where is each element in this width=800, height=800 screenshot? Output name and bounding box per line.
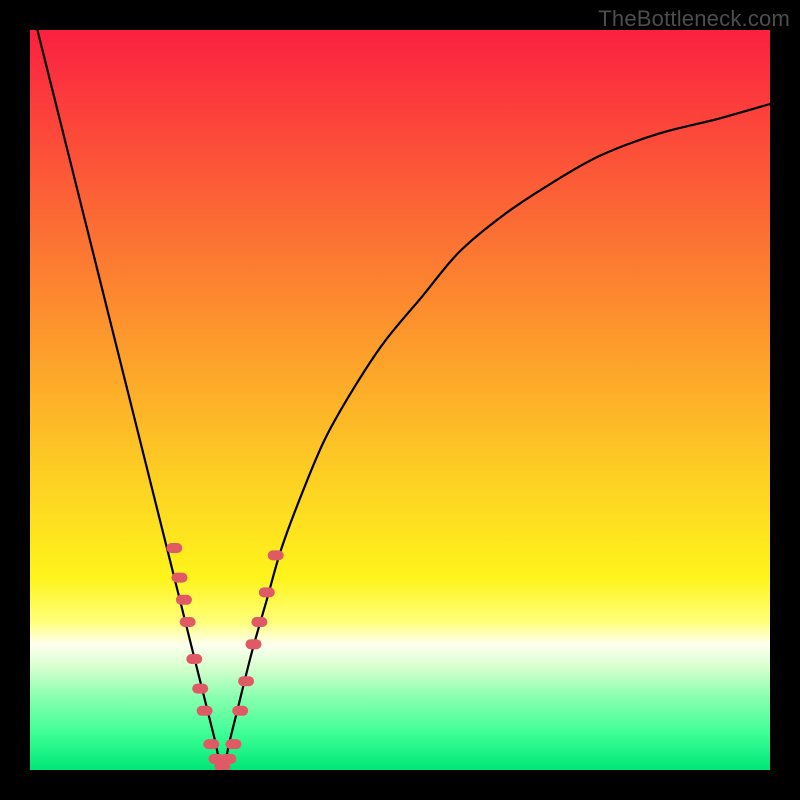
data-marker (226, 739, 242, 749)
data-marker (176, 595, 192, 605)
data-marker (197, 706, 213, 716)
data-marker (232, 706, 248, 716)
data-marker (245, 639, 261, 649)
data-marker (220, 754, 236, 764)
data-marker (180, 617, 196, 627)
data-marker (268, 550, 284, 560)
data-marker (171, 573, 187, 583)
plot-area (30, 30, 770, 770)
watermark-text: TheBottleneck.com (598, 6, 790, 32)
data-markers (30, 30, 770, 770)
data-marker (166, 543, 182, 553)
data-marker (259, 587, 275, 597)
data-marker (186, 654, 202, 664)
data-marker (192, 684, 208, 694)
data-marker (251, 617, 267, 627)
data-marker (203, 739, 219, 749)
data-marker (238, 676, 254, 686)
chart-frame: TheBottleneck.com (0, 0, 800, 800)
